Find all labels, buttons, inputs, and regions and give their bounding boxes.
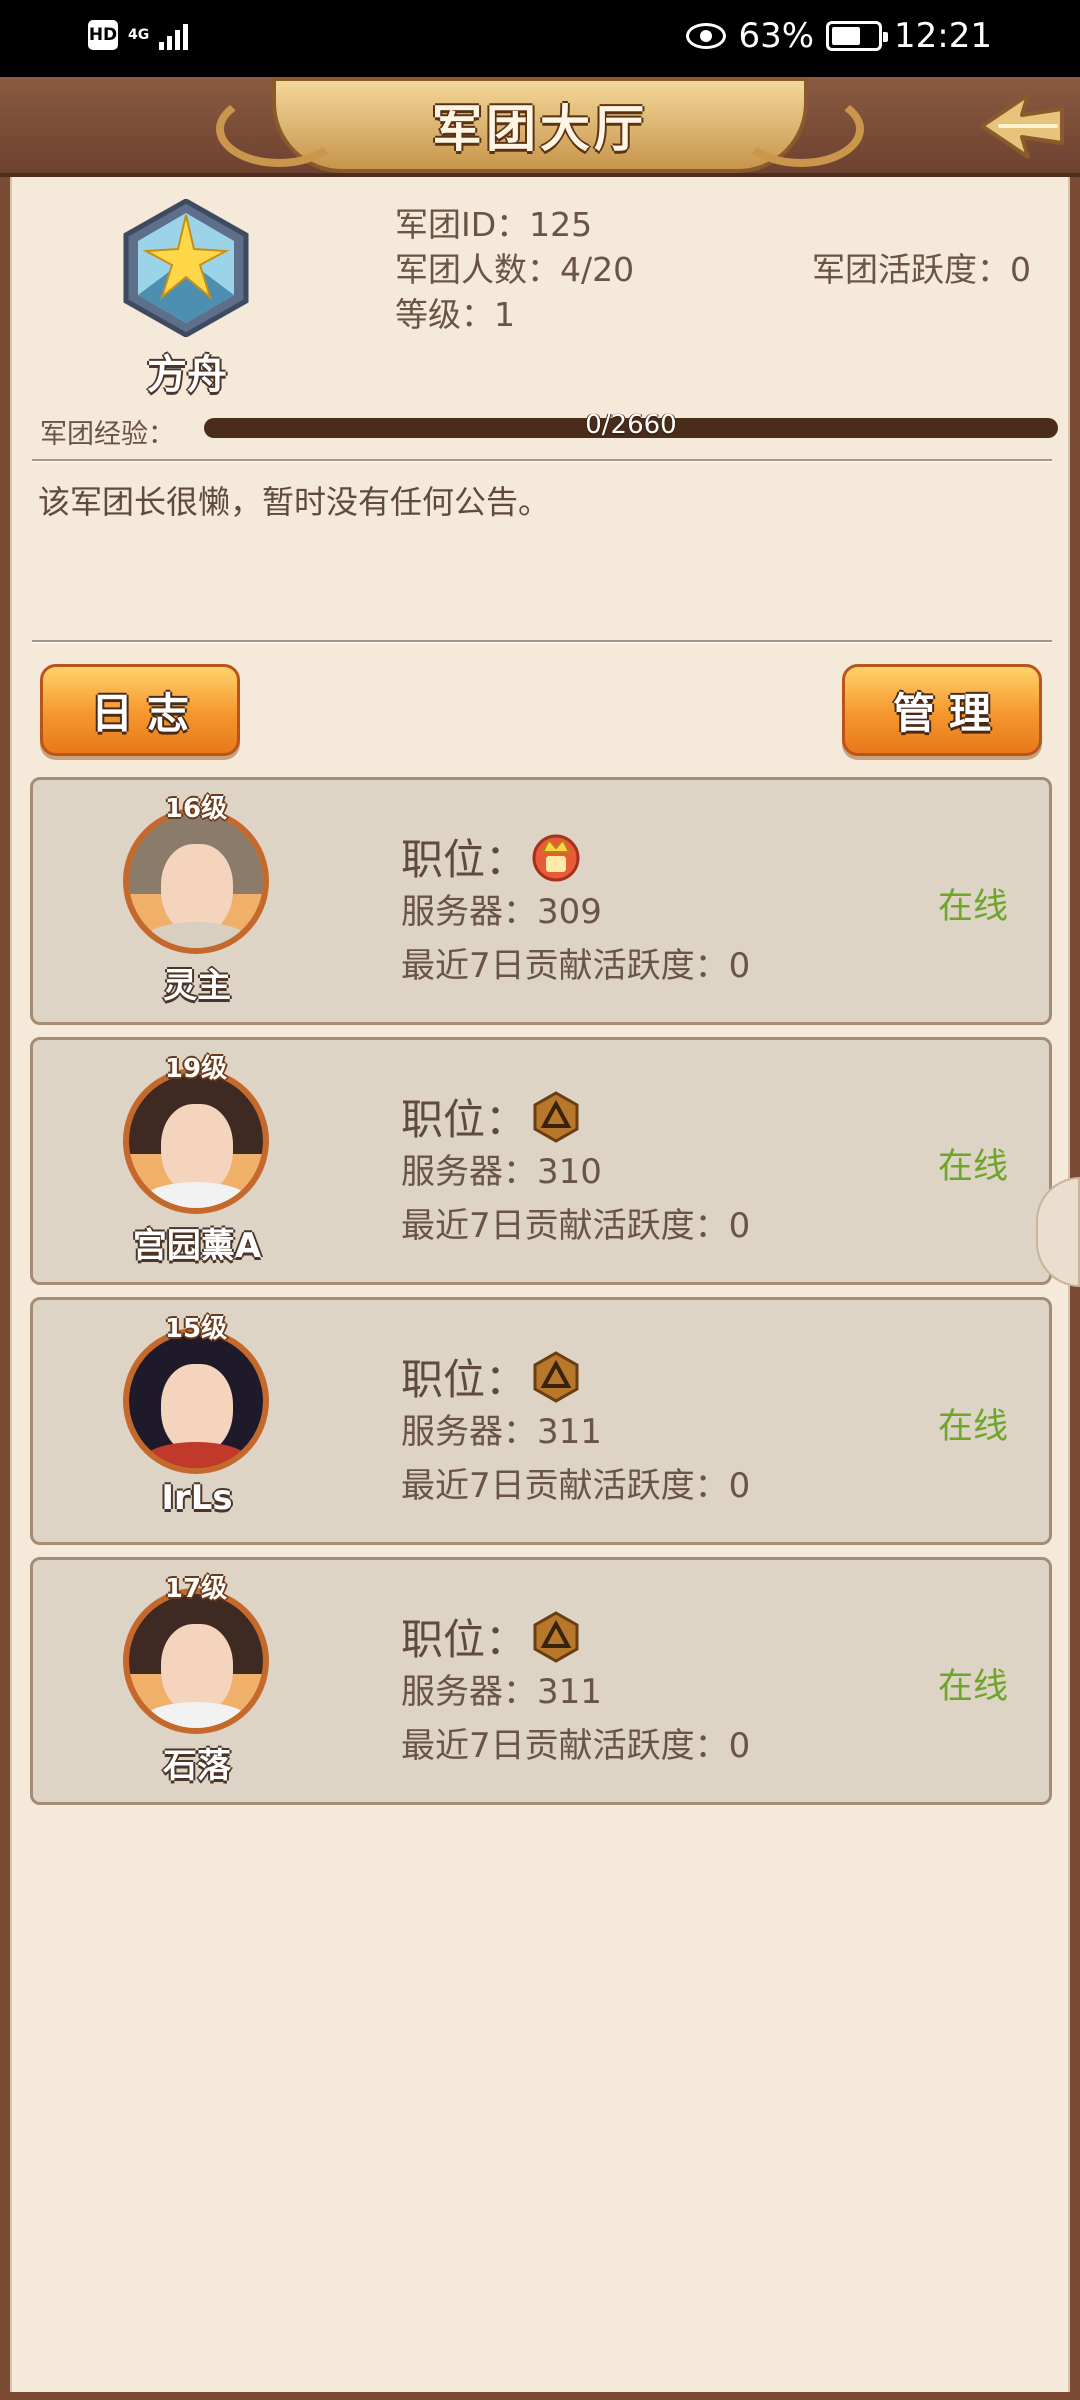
guild-name: 方舟	[147, 352, 227, 398]
exp-progress-bar: 0/2660	[204, 410, 1058, 440]
guild-hall-screen: 军团大厅 方舟 军团ID：125 军团人数：4/20 等级：1 军团活跃度：0 …	[0, 77, 1080, 2400]
title-plate: 军团大厅	[216, 77, 864, 173]
eye-comfort-icon	[686, 23, 727, 49]
member-row[interactable]: 15级 IrLs 职位： 服务器：311 最近7日贡献活跃度：0 在线	[30, 1297, 1052, 1545]
member-position: 职位：	[401, 826, 581, 887]
member-level: 16级	[164, 794, 228, 824]
page-title: 军团大厅	[432, 100, 648, 158]
member-position: 职位：	[401, 1346, 581, 1407]
position-label: 职位：	[401, 1095, 528, 1144]
member-badge-icon	[533, 1610, 579, 1663]
manage-button[interactable]: 管理	[842, 664, 1042, 756]
member-contribution: 最近7日贡献活跃度：0	[401, 1466, 751, 1506]
member-contribution: 最近7日贡献活跃度：0	[401, 1726, 751, 1766]
member-server: 服务器：309	[401, 892, 602, 932]
member-badge-icon	[533, 1090, 579, 1143]
exp-label: 军团经验：	[40, 419, 175, 450]
divider-bottom	[32, 640, 1052, 643]
hd-icon: HD	[88, 20, 118, 50]
member-level: 17级	[164, 1574, 228, 1604]
member-status: 在线	[938, 1407, 1009, 1447]
status-right: 63% 12:21	[686, 16, 992, 56]
member-status: 在线	[938, 1667, 1009, 1707]
status-left: HD 4G	[88, 20, 189, 50]
member-row[interactable]: 19级 宫园薰A 职位： 服务器：310 最近7日贡献活跃度：0 在线	[30, 1037, 1052, 1285]
network-type: 4G	[128, 27, 150, 43]
member-position: 职位：	[401, 1086, 581, 1147]
avatar[interactable]	[123, 1328, 269, 1474]
guild-notice: 该军团长很懒，暂时没有任何公告。	[38, 483, 551, 521]
top-bar: 军团大厅	[0, 77, 1080, 177]
member-name: 宫园薰A	[132, 1226, 262, 1266]
member-position: 职位：	[401, 1606, 581, 1667]
member-server: 服务器：310	[401, 1152, 602, 1192]
member-level: 19级	[164, 1054, 228, 1084]
clock: 12:21	[894, 16, 992, 56]
signal-icon	[159, 20, 189, 50]
member-status: 在线	[938, 887, 1009, 927]
back-arrow-icon[interactable]	[970, 83, 1070, 169]
position-label: 职位：	[401, 1355, 528, 1404]
member-name: IrLs	[161, 1478, 233, 1518]
guild-activity: 军团活跃度：0	[812, 250, 1031, 289]
status-bar: HD 4G 63% 12:21	[0, 0, 1080, 77]
battery-percent: 63%	[738, 16, 815, 56]
guild-panel: 方舟 军团ID：125 军团人数：4/20 等级：1 军团活跃度：0 军团经验：…	[10, 177, 1070, 2392]
avatar[interactable]	[123, 1588, 269, 1734]
member-server: 服务器：311	[401, 1672, 602, 1712]
member-badge-icon	[533, 1350, 579, 1403]
avatar[interactable]	[123, 1068, 269, 1214]
member-level: 15级	[164, 1314, 228, 1344]
leader-badge-icon	[532, 834, 580, 881]
guild-id: 军团ID：125	[395, 205, 593, 244]
member-row[interactable]: 16级 灵主 职位： 服务器：309 最近7日贡献活跃度：0 在线	[30, 777, 1052, 1025]
member-row[interactable]: 17级 石落 职位： 服务器：311 最近7日贡献活跃度：0 在线	[30, 1557, 1052, 1805]
member-name: 灵主	[163, 966, 231, 1006]
position-label: 职位：	[401, 1615, 528, 1664]
guild-member-count: 军团人数：4/20	[395, 250, 635, 289]
exp-progress-text: 0/2660	[585, 410, 677, 440]
position-label: 职位：	[401, 835, 528, 884]
guild-emblem-icon	[123, 199, 249, 337]
member-contribution: 最近7日贡献活跃度：0	[401, 946, 751, 986]
log-button[interactable]: 日志	[40, 664, 240, 756]
battery-icon	[826, 21, 889, 51]
member-name: 石落	[163, 1746, 231, 1786]
divider-top	[32, 459, 1052, 462]
member-server: 服务器：311	[401, 1412, 602, 1452]
member-status: 在线	[938, 1147, 1009, 1187]
member-contribution: 最近7日贡献活跃度：0	[401, 1206, 751, 1246]
guild-level: 等级：1	[395, 295, 515, 334]
avatar[interactable]	[123, 808, 269, 954]
